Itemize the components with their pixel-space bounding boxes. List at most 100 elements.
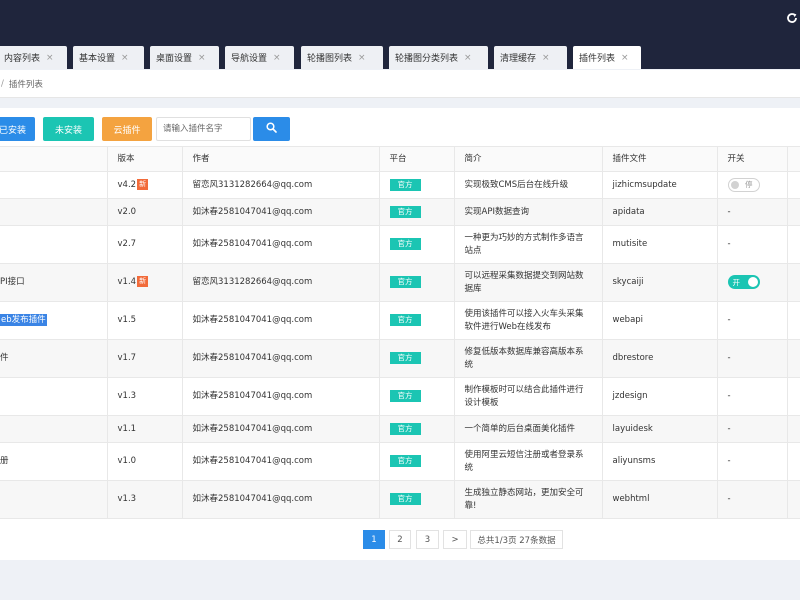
- table-row[interactable]: eb发布插件 v1.5 如沐春2581047041@qq.com 官方 使用该插…: [0, 301, 800, 340]
- plugin-file: aliyunsms: [602, 442, 718, 481]
- plugin-platform: 官方: [379, 442, 455, 481]
- plugin-version: v2.7: [107, 225, 183, 264]
- breadcrumb-current: 插件列表: [8, 79, 43, 90]
- platform-badge: 官方: [389, 422, 421, 435]
- refresh-icon[interactable]: [786, 12, 798, 24]
- plugin-table: 版本 作者 平台 简介 插件文件 开关 v4.2 新 留恋风3131282664@…: [0, 146, 800, 519]
- row-extra: [787, 171, 800, 199]
- page-1-button[interactable]: 1: [363, 530, 385, 549]
- new-badge: 新: [137, 276, 149, 287]
- close-icon[interactable]: ×: [358, 53, 366, 63]
- page-3-button[interactable]: 3: [416, 530, 439, 549]
- plugin-version: v1.0: [107, 442, 183, 481]
- row-extra: [787, 225, 800, 264]
- header-intro: 简介: [454, 146, 603, 172]
- platform-badge: 官方: [389, 390, 421, 402]
- tab-clear-cache[interactable]: 清理缓存 ×: [494, 46, 567, 69]
- cloud-plugin-button[interactable]: 云插件: [102, 117, 152, 141]
- plugin-intro: 修复低版本数据库兼容高版本系统: [454, 339, 603, 378]
- table-row[interactable]: v2.0 如沐春2581047041@qq.com 官方 实现API数据查询 a…: [0, 198, 800, 226]
- table-row[interactable]: v1.1 如沐春2581047041@qq.com 官方 一个简单的后台桌面美化…: [0, 415, 800, 443]
- plugin-platform: 官方: [379, 198, 455, 226]
- platform-badge: 官方: [389, 352, 421, 364]
- table-row[interactable]: v4.2 新 留恋风3131282664@qq.com 官方 实现极致CMS后台在…: [0, 171, 800, 199]
- close-icon[interactable]: ×: [621, 53, 629, 63]
- plugin-version: v1.1: [107, 415, 183, 443]
- tab-label: 基本设置: [79, 54, 116, 64]
- plugin-platform: 官方: [379, 171, 455, 199]
- tab-nav-settings[interactable]: 导航设置 ×: [225, 46, 294, 69]
- plugin-author: 如沐春2581047041@qq.com: [182, 480, 380, 519]
- table-row[interactable]: v1.3 如沐春2581047041@qq.com 官方 生成独立静态网站，更加…: [0, 480, 800, 519]
- platform-badge: 官方: [389, 178, 421, 191]
- table-row[interactable]: v1.3 如沐春2581047041@qq.com 官方 制作模板时可以结合此插…: [0, 377, 800, 416]
- plugin-intro: 可以远程采集数据提交到网站数据库: [454, 263, 603, 302]
- breadcrumb: / 插件列表: [0, 70, 800, 98]
- header-name: [0, 146, 108, 172]
- tab-carousel-list[interactable]: 轮播图列表 ×: [301, 46, 383, 69]
- close-icon[interactable]: ×: [542, 53, 550, 63]
- tab-plugin-list[interactable]: 插件列表 ×: [573, 46, 641, 69]
- search-button[interactable]: [253, 117, 290, 141]
- close-icon[interactable]: ×: [198, 53, 206, 63]
- plugin-file: jzdesign: [602, 377, 718, 416]
- row-extra: [787, 198, 800, 226]
- tab-bar: 内容列表 × 基本设置 × 桌面设置 × 导航设置 × 轮播图列表 × 轮播图分类列表 × …: [0, 42, 800, 69]
- header-file: 插件文件: [602, 146, 718, 172]
- close-icon[interactable]: ×: [46, 53, 54, 63]
- top-header: [0, 0, 800, 42]
- plugin-switch: -: [717, 442, 788, 481]
- plugin-platform: 官方: [379, 339, 455, 378]
- tab-desktop-settings[interactable]: 桌面设置 ×: [150, 46, 219, 69]
- installed-button[interactable]: 已安装: [0, 117, 35, 141]
- row-extra: [787, 263, 800, 302]
- table-header-row: 版本 作者 平台 简介 插件文件 开关: [0, 146, 800, 172]
- table-row[interactable]: v2.7 如沐春2581047041@qq.com 官方 一种更为巧妙的方式制作…: [0, 225, 800, 264]
- close-icon[interactable]: ×: [464, 53, 472, 63]
- selected-text: eb发布插件: [0, 314, 47, 326]
- tab-carousel-category-list[interactable]: 轮播图分类列表 ×: [389, 46, 488, 69]
- uninstalled-button[interactable]: 未安装: [43, 117, 94, 141]
- tab-basic-settings[interactable]: 基本设置 ×: [73, 46, 144, 69]
- plugin-intro: 使用该插件可以接入火车头采集软件进行Web在线发布: [454, 301, 603, 340]
- plugin-switch: -: [717, 480, 788, 519]
- plugin-name: [0, 171, 108, 199]
- plugin-version: v1.3: [107, 377, 183, 416]
- plugin-name: [0, 198, 108, 226]
- plugin-version: v4.2 新: [107, 171, 183, 199]
- tab-content-list[interactable]: 内容列表 ×: [0, 46, 67, 69]
- table-row[interactable]: PI接口 v1.4 新 留恋风3131282664@qq.com 官方 可以远程采…: [0, 263, 800, 302]
- plugin-toggle[interactable]: 开: [727, 275, 760, 290]
- close-icon[interactable]: ×: [273, 53, 281, 63]
- plugin-file: jizhicmsupdate: [602, 171, 718, 199]
- plugin-author: 留恋风3131282664@qq.com: [182, 171, 380, 199]
- tab-label: 导航设置: [231, 54, 268, 64]
- new-badge: 新: [137, 178, 149, 190]
- plugin-file: skycaiji: [602, 263, 718, 302]
- plugin-author: 如沐春2581047041@qq.com: [182, 377, 380, 416]
- close-icon[interactable]: ×: [121, 53, 129, 63]
- tab-label: 清理缓存: [500, 54, 537, 64]
- plugin-name: PI接口: [0, 263, 108, 302]
- platform-badge: 官方: [389, 276, 421, 288]
- plugin-file: mutisite: [602, 225, 718, 264]
- plugin-file: dbrestore: [602, 339, 718, 378]
- row-extra: [787, 480, 800, 519]
- platform-badge: 官方: [389, 238, 421, 250]
- plugin-intro: 一种更为巧妙的方式制作多语言站点: [454, 225, 603, 264]
- table-row[interactable]: 件 v1.7 如沐春2581047041@qq.com 官方 修复低版本数据库兼…: [0, 339, 800, 378]
- plugin-intro: 制作模板时可以结合此插件进行设计模板: [454, 377, 603, 416]
- plugin-search-input[interactable]: [156, 117, 251, 141]
- header-switch: 开关: [717, 146, 788, 172]
- plugin-file: layuidesk: [602, 415, 718, 443]
- plugin-version: v2.0: [107, 198, 183, 226]
- header-extra: [787, 146, 800, 172]
- platform-badge: 官方: [389, 455, 421, 467]
- plugin-toggle[interactable]: 停: [727, 177, 760, 192]
- next-page-button[interactable]: >: [443, 530, 467, 549]
- plugin-author: 如沐春2581047041@qq.com: [182, 442, 380, 481]
- page-2-button[interactable]: 2: [389, 530, 411, 549]
- row-extra: [787, 339, 800, 378]
- table-row[interactable]: 册 v1.0 如沐春2581047041@qq.com 官方 使用阿里云短信注册…: [0, 442, 800, 481]
- toggle-knob: [747, 277, 758, 288]
